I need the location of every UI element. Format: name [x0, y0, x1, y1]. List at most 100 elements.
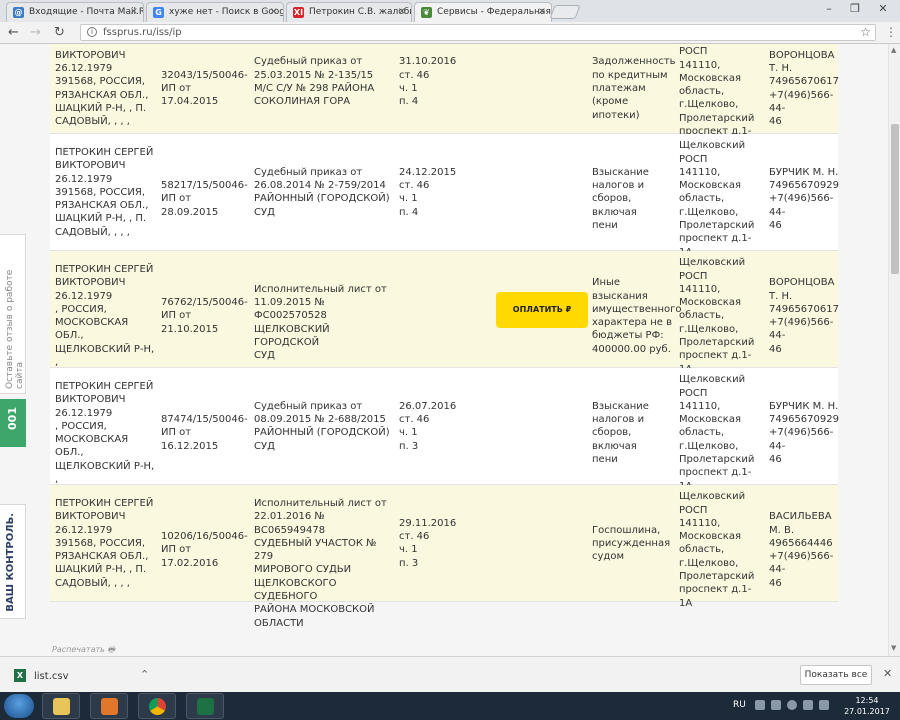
address-bar[interactable]: i fssprus.ru/iss/ip ☆ [80, 24, 876, 41]
print-link[interactable]: Распечатать 🖶 [52, 644, 115, 656]
cell-line: СОКОЛИНАЯ ГОРА [254, 96, 351, 108]
cell-line: Пролетарский [679, 220, 755, 232]
cell-line: 391568, РОССИЯ, [55, 186, 146, 198]
cell-line: Щелковский [679, 374, 746, 386]
cell-line: г.Щелково, [679, 557, 739, 569]
tab-favicon-icon: ❦ [421, 7, 432, 18]
tab-close-icon[interactable]: × [130, 6, 138, 17]
cell-line: ПЕТРОКИН СЕРГЕЙ [55, 146, 154, 158]
cell-line: , РОССИЯ, [55, 303, 107, 315]
cell-line: ЩЕЛКОВСКИЙ Р-Н, , [55, 343, 155, 369]
cell-line: ПЕТРОКИН СЕРГЕЙ [55, 380, 154, 392]
cell-line: Щелковский [679, 257, 746, 269]
cell-subject: Взыскание налогов и сборов, включая пени [592, 166, 677, 232]
cell-line: ВИКТОРОВИЧ [55, 49, 126, 61]
cell-line: 26.12.1979 [55, 173, 113, 185]
cell-doc: Судебный приказ от 25.03.2015 № 2-135/15 М… [254, 55, 394, 108]
cell-line: 26.12.1979 [55, 407, 113, 419]
cell-subject: Задолженность по кредитным платежам (кроме … [592, 55, 677, 121]
tab-title: Петрокин С.В. жалобы [309, 7, 412, 17]
tab-close-icon[interactable]: × [270, 6, 278, 17]
tab-close-icon[interactable]: × [538, 6, 546, 17]
new-tab-button[interactable] [549, 5, 581, 19]
tab-complaints[interactable]: XI Петрокин С.В. жалобы × [286, 2, 412, 22]
cell-line: п. 3 [399, 557, 419, 569]
cell-line: ст. 46 [399, 414, 430, 426]
cell-line: 391568, РОССИЯ, [55, 76, 146, 88]
cell-line: РЯЗАНСКАЯ ОБЛ., [55, 551, 149, 563]
start-button[interactable] [4, 694, 34, 718]
bookmark-star-icon[interactable]: ☆ [860, 25, 871, 39]
taskbar-excel[interactable] [186, 693, 224, 719]
close-window-icon[interactable]: ✕ [872, 2, 894, 15]
media-player-icon [101, 698, 118, 715]
cell-line: ст. 46 [399, 69, 430, 81]
reload-icon[interactable]: ↻ [54, 25, 65, 40]
control-widget[interactable]: ВАШ КОНТРОЛЬ. [0, 504, 26, 619]
tab-google-search[interactable]: Gхуже нет - Поиск в Google × [146, 2, 284, 22]
cell-line: М. В. [769, 524, 795, 536]
cell-ip: 58217/15/50046- ИП от 28.09.2015 [161, 179, 251, 219]
cell-ip: 32043/15/50046- ИП от 17.04.2015 [161, 69, 251, 109]
feedback-label: Оставьте отзыв о работе сайта [5, 269, 25, 389]
cell-doc: Судебный приказ от 08.09.2015 № 2-688/201… [254, 400, 394, 453]
cell-dept: ЩелковскийРОСП141110, Московскаяобласть,г… [679, 490, 764, 610]
tab-favicon-icon: @ [13, 7, 24, 18]
network-icon[interactable] [771, 700, 781, 710]
page-info-icon[interactable]: i [87, 27, 97, 37]
speaker-icon[interactable] [819, 700, 829, 710]
clock-time: 12:54 [855, 696, 879, 705]
cell-line: ЩЕЛКОВСКОГО СУДЕБНОГО [254, 577, 337, 603]
excel-file-icon: X [14, 669, 26, 682]
cell-line: судом [592, 551, 624, 563]
scroll-up-icon[interactable]: ▲ [891, 46, 896, 54]
download-filename[interactable]: list.csv [34, 671, 69, 682]
show-all-downloads-button[interactable]: Показать все [800, 665, 872, 685]
cell-line: 74965670929 [769, 180, 839, 192]
maximize-icon[interactable]: ❐ [844, 2, 866, 15]
volume-icon[interactable] [803, 700, 813, 710]
pay-button[interactable]: ОПЛАТИТЬ ₽ [496, 291, 588, 328]
table-row: ПЕТРОКИН СЕРГЕЙВИКТОРОВИЧ26.12.197939156… [50, 44, 839, 150]
forward-arrow-icon[interactable]: → [30, 25, 41, 40]
cell-line: п. 4 [399, 206, 419, 218]
excel-icon [197, 698, 214, 715]
tab-fssp-services[interactable]: ❦ Сервисы - Федеральная × [414, 2, 552, 22]
cell-subject: Взыскание налогов и сборов, включая пени [592, 400, 677, 466]
cell-line: Иные взыскания [592, 277, 648, 302]
cell-line: РОСП [679, 387, 708, 399]
cell-line: область, [679, 427, 725, 439]
cell-line: ВИКТОРОВИЧ [55, 277, 126, 289]
cell-line: ВОРОНЦОВА [769, 277, 835, 289]
browser-menu-icon[interactable]: ⋮ [885, 25, 897, 39]
tab-mail[interactable]: @ Входящие - Почта Mail.Ru × [6, 2, 144, 22]
cell-line: РОСП [679, 270, 708, 282]
close-download-bar-icon[interactable]: ✕ [883, 667, 892, 680]
taskbar-media-player[interactable] [90, 693, 128, 719]
chrome-tray-icon[interactable] [787, 700, 797, 710]
cell-name: ПЕТРОКИН СЕРГЕЙ ВИКТОРОВИЧ26.12.197939156… [55, 497, 155, 590]
feedback-widget[interactable]: Оставьте отзыв о работе сайта [0, 234, 26, 394]
flag-icon[interactable] [755, 700, 765, 710]
cell-line: СУД [254, 440, 275, 452]
cell-name: ПЕТРОКИН СЕРГЕЙ ВИКТОРОВИЧ26.12.197939156… [55, 146, 155, 239]
minimize-icon[interactable]: – [818, 2, 840, 15]
scrollbar-thumb[interactable] [891, 124, 899, 274]
taskbar-chrome[interactable] [138, 693, 176, 719]
tab-close-icon[interactable]: × [398, 6, 406, 17]
cell-line: +7(496)566-44- [769, 89, 834, 114]
back-arrow-icon[interactable]: ← [8, 25, 19, 40]
system-clock[interactable]: 12:54 27.01.2017 [842, 695, 892, 717]
chevron-up-icon[interactable]: ⌃ [140, 668, 149, 681]
cell-end: 24.12.2015 ст. 46 ч. 1 п. 4 [399, 166, 459, 219]
counter-label: 001 [6, 407, 19, 430]
taskbar-explorer[interactable] [42, 693, 80, 719]
counter-badge[interactable]: 001 [0, 399, 26, 447]
scroll-down-icon[interactable]: ▼ [891, 644, 896, 652]
cell-line: 74965670617 [769, 303, 839, 315]
language-indicator[interactable]: RU [733, 700, 746, 710]
page-scrollbar[interactable]: ▲ ▼ [888, 44, 900, 656]
cell-line: 391568, РОССИЯ, [55, 537, 146, 549]
cell-line: Московская [679, 531, 741, 543]
cell-line: бюджеты РФ: [592, 330, 664, 342]
